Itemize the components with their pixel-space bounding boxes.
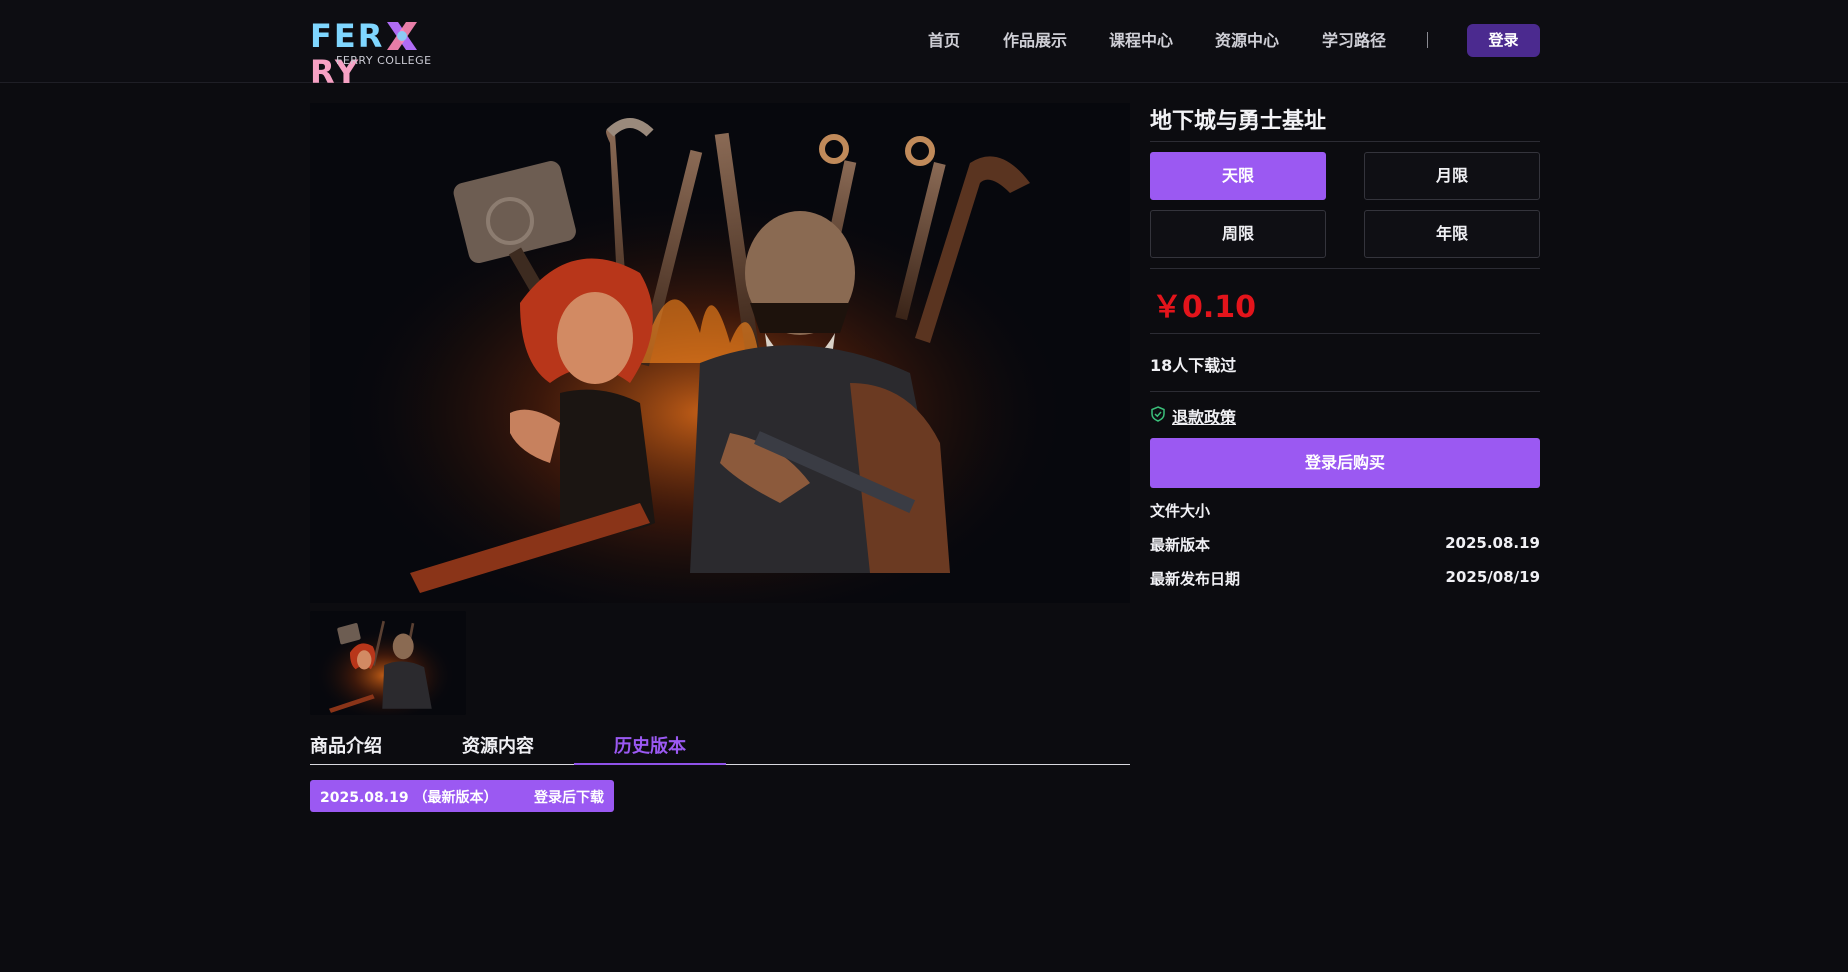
version-label: 2025.08.19 （最新版本）	[320, 790, 498, 806]
divider	[1150, 268, 1540, 269]
tab-resource-content[interactable]: 资源内容	[462, 732, 534, 758]
logo-subtitle: FERRY COLLEGE	[336, 54, 432, 67]
option-weekly[interactable]: 周限	[1150, 210, 1326, 258]
artwork-illustration	[310, 103, 1130, 603]
divider	[1150, 141, 1540, 142]
shield-check-icon	[1151, 406, 1165, 422]
release-date-value: 2025/08/19	[1445, 568, 1540, 586]
version-list-item: 2025.08.19 （最新版本） 登录后下载	[310, 780, 614, 812]
file-size-label: 文件大小	[1150, 502, 1211, 520]
site-header: FER RY FERRY COLLEGE 首页 作品展示 课程中心 资源中心 学…	[0, 0, 1848, 90]
divider	[1150, 391, 1540, 392]
buy-after-login-button[interactable]: 登录后购买	[1150, 438, 1540, 488]
product-price: ￥0.10	[1152, 290, 1257, 325]
release-date-label: 最新发布日期	[1150, 570, 1241, 588]
latest-version-label: 最新版本	[1150, 536, 1211, 554]
product-main-image	[310, 103, 1130, 603]
nav-learning-path[interactable]: 学习路径	[1322, 28, 1386, 54]
login-button[interactable]: 登录	[1467, 24, 1540, 57]
download-count: 18人下载过	[1150, 356, 1237, 375]
tab-introduction[interactable]: 商品介绍	[310, 732, 382, 758]
nav-home[interactable]: 首页	[928, 28, 960, 54]
option-daily[interactable]: 天限	[1150, 152, 1326, 200]
tab-version-history[interactable]: 历史版本	[614, 732, 686, 758]
active-tab-indicator	[574, 763, 726, 765]
nav-works[interactable]: 作品展示	[1003, 28, 1067, 54]
nav-divider	[1427, 32, 1428, 48]
option-yearly[interactable]: 年限	[1364, 210, 1540, 258]
ferry-logo[interactable]: FER RY FERRY COLLEGE	[310, 18, 470, 90]
thumbnail-illustration	[310, 611, 466, 715]
option-monthly[interactable]: 月限	[1364, 152, 1540, 200]
product-title: 地下城与勇士基址	[1150, 109, 1327, 134]
download-after-login-button[interactable]: 登录后下载	[534, 787, 604, 807]
refund-policy-label: 退款政策	[1172, 408, 1237, 427]
product-tabs: 商品介绍 资源内容 历史版本	[310, 728, 1130, 765]
divider	[1150, 333, 1540, 334]
logo-x-icon	[387, 22, 418, 50]
latest-version-value: 2025.08.19	[1445, 534, 1540, 552]
product-thumbnail[interactable]	[310, 611, 466, 715]
nav-resources[interactable]: 资源中心	[1215, 28, 1279, 54]
nav-courses[interactable]: 课程中心	[1109, 28, 1173, 54]
